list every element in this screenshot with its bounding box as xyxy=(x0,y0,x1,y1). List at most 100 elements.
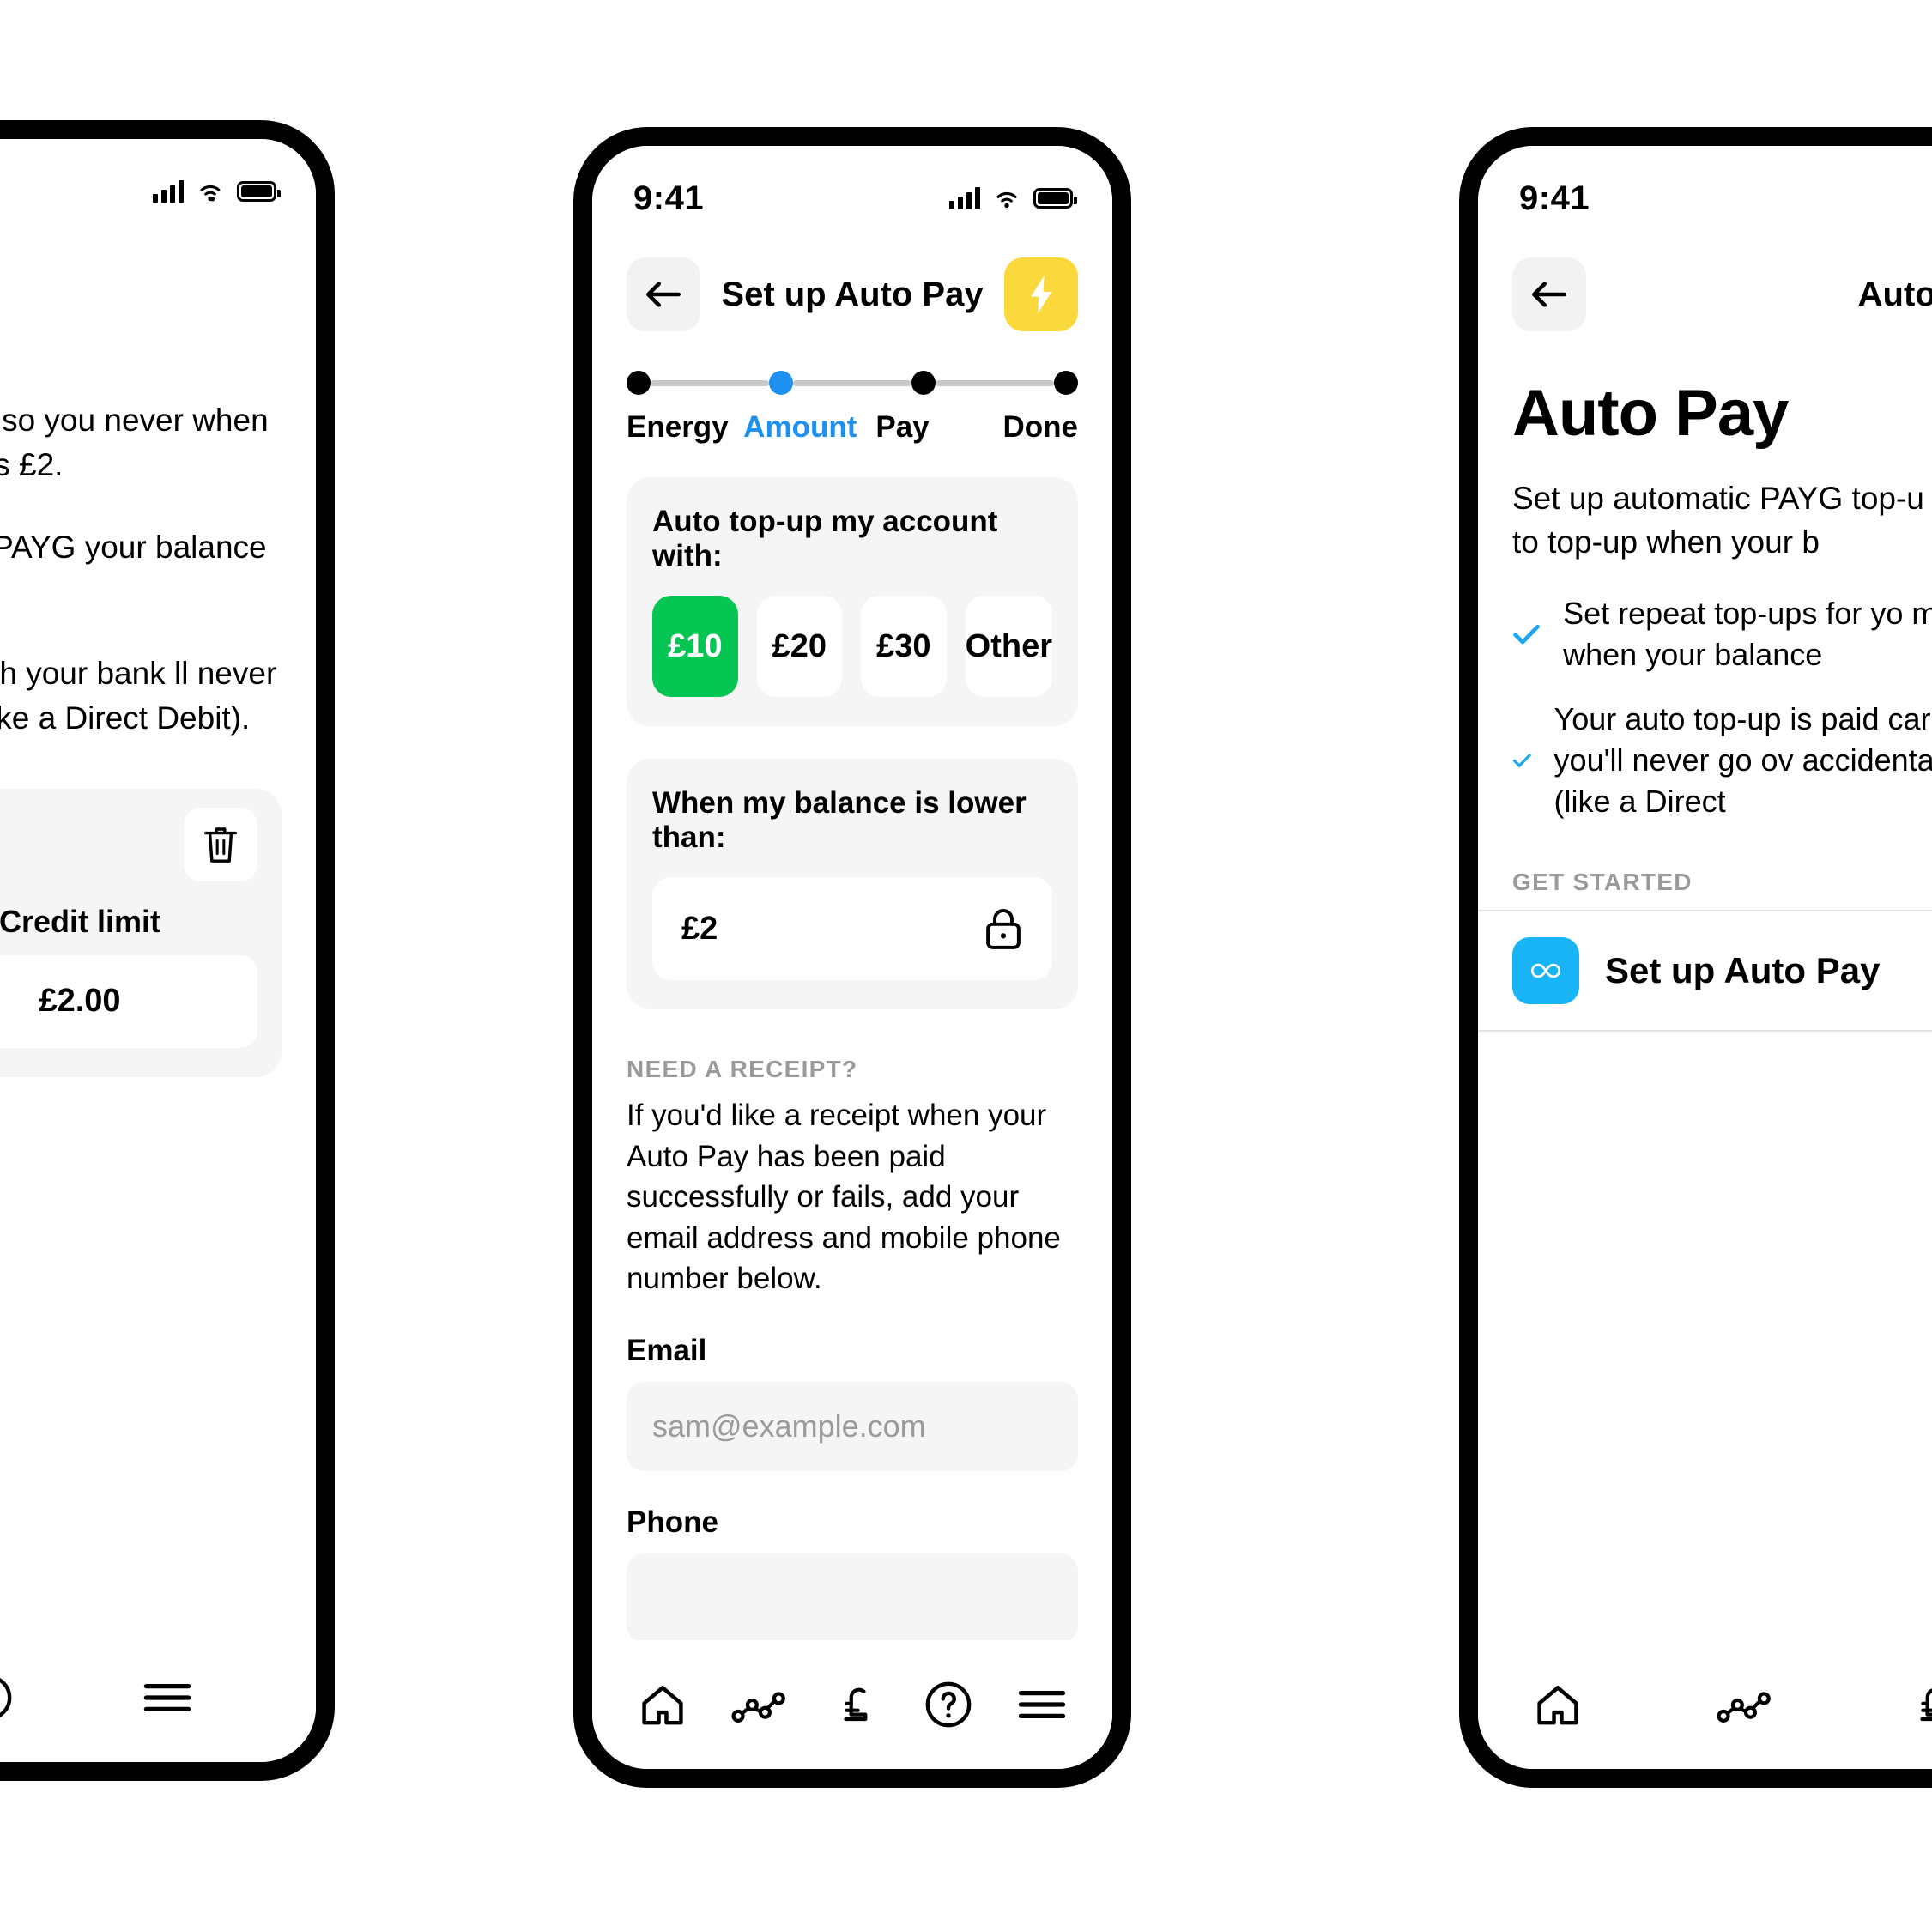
battery-icon xyxy=(1033,188,1077,209)
email-label: Email xyxy=(627,1333,707,1367)
menu-icon xyxy=(1018,1690,1065,1719)
tab-menu[interactable] xyxy=(1017,1685,1067,1724)
wifi-icon xyxy=(996,191,1017,209)
list-item-label: Set up Auto Pay xyxy=(1605,950,1881,991)
mid-status-time: 9:41 xyxy=(633,179,705,217)
right-screen: 9:41 Auto Pay Auto Pay Set up automatic … xyxy=(1478,146,1932,1769)
back-button[interactable] xyxy=(627,257,700,331)
balance-threshold-input[interactable]: £2 xyxy=(652,877,1052,980)
pound-icon xyxy=(1920,1688,1932,1722)
step-dot-pay[interactable] xyxy=(911,371,936,395)
usage-chart-icon xyxy=(731,1692,785,1723)
right-benefits-list: Set repeat top-ups for yo meter when you… xyxy=(1478,564,1932,822)
help-icon xyxy=(0,1678,12,1717)
phone-middle: 9:41 Set up Auto Pay Energy Amount Pay D… xyxy=(573,127,1131,1788)
step-segment-3 xyxy=(936,379,1054,386)
receipt-section: NEED A RECEIPT? If you'd like a receipt … xyxy=(592,1056,1112,1643)
back-button[interactable] xyxy=(1512,257,1586,331)
right-heading: Auto Pay xyxy=(1512,377,1789,450)
arrow-left-icon xyxy=(646,282,681,307)
tab-usage[interactable] xyxy=(731,1685,790,1724)
tab-payments[interactable] xyxy=(833,1680,881,1729)
phone-right: 9:41 Auto Pay Auto Pay Set up automatic … xyxy=(1459,127,1932,1788)
home-icon xyxy=(642,1686,683,1725)
email-placeholder: sam@example.com xyxy=(652,1408,926,1444)
left-navbar: Auto Pay xyxy=(0,221,316,324)
list-item-set-up-auto-pay[interactable]: Set up Auto Pay xyxy=(1478,910,1932,1033)
cellular-bars-icon xyxy=(949,187,980,209)
credit-limit-label: Credit limit xyxy=(0,903,160,939)
mid-navbar: Set up Auto Pay xyxy=(592,228,1112,331)
lock-icon xyxy=(986,909,1021,949)
tab-help[interactable] xyxy=(924,1680,973,1729)
balance-threshold-value: £2 xyxy=(681,910,718,947)
tab-home[interactable] xyxy=(1533,1681,1583,1729)
amount-option-30[interactable]: £30 xyxy=(861,596,947,697)
check-icon xyxy=(1513,625,1540,645)
left-tabbar xyxy=(0,1633,316,1762)
step-dot-amount[interactable] xyxy=(769,371,793,395)
mid-status-bar: 9:41 xyxy=(592,146,1112,228)
delete-button[interactable] xyxy=(184,807,257,881)
step-dot-done[interactable] xyxy=(1054,371,1078,395)
tab-home[interactable] xyxy=(638,1681,687,1729)
pound-icon xyxy=(844,1687,868,1722)
trash-icon xyxy=(204,827,237,863)
phone-left: Auto Pay c PAYG top-ups so you never whe… xyxy=(0,120,335,1781)
infinity-icon xyxy=(1530,964,1561,978)
get-started-header: GET STARTED xyxy=(1512,869,1693,896)
setup-stepper: Energy Amount Pay Done xyxy=(592,331,1112,445)
tab-help[interactable] xyxy=(0,1673,14,1723)
left-paragraph-2: op-ups for your PAYG your balance reache… xyxy=(0,529,267,565)
help-icon xyxy=(926,1681,972,1728)
auto-pay-tile xyxy=(1512,937,1579,1005)
step-label-amount[interactable]: Amount xyxy=(743,410,870,445)
step-segment-2 xyxy=(793,379,911,386)
phone-field[interactable] xyxy=(627,1553,1078,1643)
mid-screen: 9:41 Set up Auto Pay Energy Amount Pay D… xyxy=(592,146,1112,1769)
amount-option-10[interactable]: £10 xyxy=(652,596,738,697)
balance-threshold-card: When my balance is lower than: £2 xyxy=(627,759,1078,1009)
menu-icon xyxy=(143,1683,191,1712)
benefit-text: Set repeat top-ups for yo meter when you… xyxy=(1563,596,1932,673)
mid-status-icons xyxy=(949,187,1077,209)
tab-usage[interactable] xyxy=(1717,1685,1775,1724)
amount-option-other[interactable]: Other xyxy=(965,596,1052,697)
step-dot-energy[interactable] xyxy=(627,371,651,395)
receipt-eyebrow: NEED A RECEIPT? xyxy=(627,1056,858,1082)
step-segment-1 xyxy=(651,379,769,386)
right-navbar: Auto Pay xyxy=(1478,228,1932,331)
left-paragraph-3: op-up is paid with your bank ll never go… xyxy=(0,656,277,736)
step-label-energy[interactable]: Energy xyxy=(627,410,754,445)
phone-label: Phone xyxy=(627,1505,718,1539)
stepper-track xyxy=(627,371,1078,395)
benefit-item: Your auto top-up is paid card, so you'll… xyxy=(1512,699,1932,823)
tab-payments[interactable] xyxy=(1909,1680,1932,1729)
receipt-body: If you'd like a receipt when your Auto P… xyxy=(627,1099,1061,1296)
left-status-bar xyxy=(0,139,316,221)
left-card-col-credit-limit: Credit limit £2.00 xyxy=(0,904,257,1048)
right-status-time: 9:41 xyxy=(1519,179,1590,217)
left-card-fields: - Credit limit £2.00 xyxy=(0,904,257,1048)
check-icon xyxy=(1512,754,1531,767)
left-page-title: Auto Pay xyxy=(0,269,316,307)
wifi-icon xyxy=(200,185,221,202)
left-screen: Auto Pay c PAYG top-ups so you never whe… xyxy=(0,139,316,1762)
step-label-done[interactable]: Done xyxy=(1003,410,1079,445)
left-credit-limit-card: - Credit limit £2.00 xyxy=(0,788,282,1077)
battery-icon xyxy=(237,181,281,202)
right-tabbar xyxy=(1478,1640,1932,1769)
credit-limit-value[interactable]: £2.00 xyxy=(0,954,257,1048)
arrow-left-icon xyxy=(1532,282,1566,307)
right-status-bar: 9:41 xyxy=(1478,146,1932,228)
home-icon xyxy=(1537,1686,1578,1725)
amount-options-row: £10 £20 £30 Other xyxy=(652,596,1052,697)
balance-threshold-title: When my balance is lower than: xyxy=(652,786,1027,854)
amount-option-20[interactable]: £20 xyxy=(756,596,843,697)
screenshot-stage: Auto Pay c PAYG top-ups so you never whe… xyxy=(0,0,1932,1932)
tab-menu[interactable] xyxy=(142,1678,192,1717)
quick-action-button[interactable] xyxy=(1004,257,1078,331)
usage-chart-icon xyxy=(1717,1692,1771,1723)
step-label-pay[interactable]: Pay xyxy=(875,410,1002,445)
email-field[interactable]: sam@example.com xyxy=(627,1381,1078,1471)
